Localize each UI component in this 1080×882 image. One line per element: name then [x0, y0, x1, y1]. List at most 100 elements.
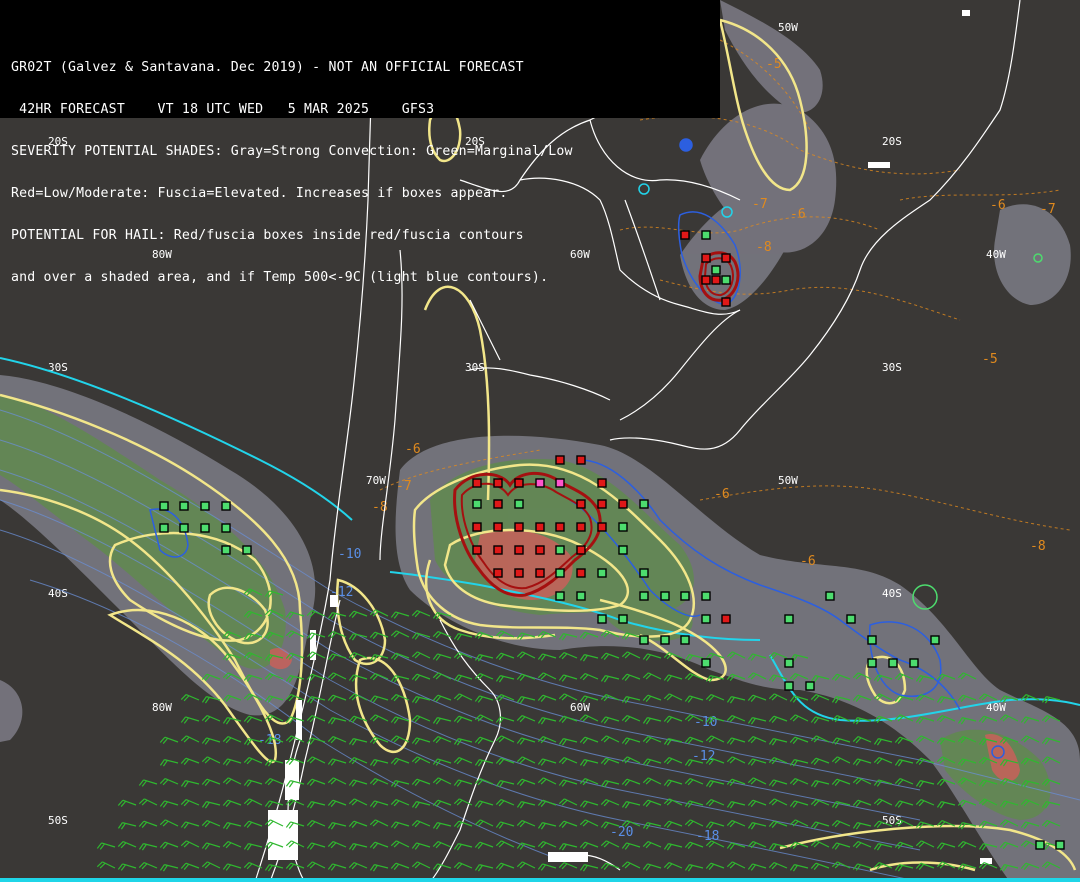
header-line-1: GR02T (Galvez & Santavana. Dec 2019) - N… — [11, 61, 524, 75]
severity-box — [159, 501, 169, 511]
severity-box — [867, 635, 877, 645]
wind-barb — [501, 840, 515, 848]
wind-barb — [732, 756, 746, 764]
wind-barb — [438, 672, 452, 680]
severity-box — [221, 545, 231, 555]
severity-box — [846, 614, 856, 624]
wind-barb — [690, 819, 704, 827]
severity-box — [721, 275, 731, 285]
severity-box — [221, 523, 231, 533]
wind-barb — [375, 819, 389, 827]
severity-box — [618, 522, 628, 532]
severity-box — [660, 635, 670, 645]
severity-box — [555, 455, 565, 465]
severity-box — [555, 545, 565, 555]
severity-box — [493, 545, 503, 555]
lon-label-50w: 50W — [778, 21, 798, 34]
severity-box — [597, 499, 607, 509]
svg-text:-10: -10 — [338, 547, 361, 562]
svg-text:-7: -7 — [396, 479, 412, 494]
wind-barb — [585, 819, 599, 827]
wind-barb — [543, 672, 557, 680]
severity-box — [555, 522, 565, 532]
wind-barb — [606, 840, 620, 848]
wind-barb — [606, 735, 620, 743]
severity-box — [784, 614, 794, 624]
severity-box — [514, 545, 524, 555]
wind-barb — [165, 819, 179, 827]
svg-text:-7: -7 — [1040, 202, 1056, 217]
lon-label-80w: 80W — [152, 701, 172, 714]
severity-box — [200, 523, 210, 533]
wind-barb — [480, 714, 494, 722]
wind-barb — [501, 735, 515, 743]
svg-text:-6: -6 — [990, 198, 1006, 213]
wind-barb — [564, 693, 578, 701]
severity-box — [535, 478, 545, 488]
severity-box — [639, 499, 649, 509]
svg-text:-6: -6 — [405, 442, 421, 457]
svg-text:-8: -8 — [1030, 539, 1046, 554]
severity-box — [472, 522, 482, 532]
severity-box — [221, 501, 231, 511]
severity-box — [597, 568, 607, 578]
wind-barb — [774, 798, 788, 806]
severity-box — [555, 478, 565, 488]
wind-barb — [312, 861, 326, 869]
severity-box — [576, 568, 586, 578]
wind-barb — [564, 798, 578, 806]
wind-barb — [774, 693, 788, 701]
severity-box — [721, 253, 731, 263]
header-line-3: SEVERITY POTENTIAL SHADES: Gray=Strong C… — [11, 145, 573, 159]
severity-box — [472, 545, 482, 555]
severity-box — [576, 545, 586, 555]
wind-barb — [333, 777, 347, 785]
lat-label-30s: 30S — [465, 361, 485, 374]
lat-label-50s: 50S — [48, 814, 68, 827]
severity-box — [639, 568, 649, 578]
severity-box — [639, 635, 649, 645]
weather-map: 20S 20S 20S 30S 30S 30S 40S 40S 50S 50S … — [0, 0, 1080, 882]
wind-barb — [921, 840, 935, 848]
severity-box — [825, 591, 835, 601]
lat-label-20s: 20S — [882, 135, 902, 148]
severity-box — [909, 658, 919, 668]
svg-text:-5: -5 — [982, 352, 998, 367]
severity-box — [493, 522, 503, 532]
wind-barb — [753, 777, 767, 785]
lon-label-50w: 50W — [778, 474, 798, 487]
severity-box — [535, 568, 545, 578]
severity-box — [888, 658, 898, 668]
wind-barb — [627, 651, 641, 659]
severity-box — [701, 658, 711, 668]
wind-barb — [627, 861, 641, 869]
wind-barb — [417, 651, 431, 659]
wind-barb — [648, 777, 662, 785]
severity-box — [784, 658, 794, 668]
header-line-6: and over a shaded area, and if Temp 500<… — [11, 271, 549, 285]
header-line-2: 42HR FORECAST VT 18 UTC WED 5 MAR 2025 G… — [11, 103, 435, 117]
wind-barb — [438, 777, 452, 785]
wind-barb — [795, 714, 809, 722]
severity-box — [660, 591, 670, 601]
wind-barb — [837, 756, 851, 764]
severity-box — [618, 499, 628, 509]
wind-barb — [417, 756, 431, 764]
svg-text:-18: -18 — [696, 829, 719, 844]
severity-box — [721, 297, 731, 307]
wind-barb — [648, 672, 662, 680]
svg-text:-8: -8 — [756, 240, 772, 255]
svg-text:-7: -7 — [752, 197, 768, 212]
severity-box — [597, 522, 607, 532]
severity-box — [159, 523, 169, 533]
wind-barb — [522, 861, 536, 869]
severity-box — [576, 522, 586, 532]
severity-box — [535, 545, 545, 555]
severity-box — [493, 499, 503, 509]
wind-barb — [333, 672, 347, 680]
wind-barb — [312, 756, 326, 764]
wind-barb — [585, 714, 599, 722]
header-line-5: POTENTIAL FOR HAIL: Red/fuscia boxes ins… — [11, 229, 524, 243]
severity-box — [784, 681, 794, 691]
severity-box — [618, 545, 628, 555]
